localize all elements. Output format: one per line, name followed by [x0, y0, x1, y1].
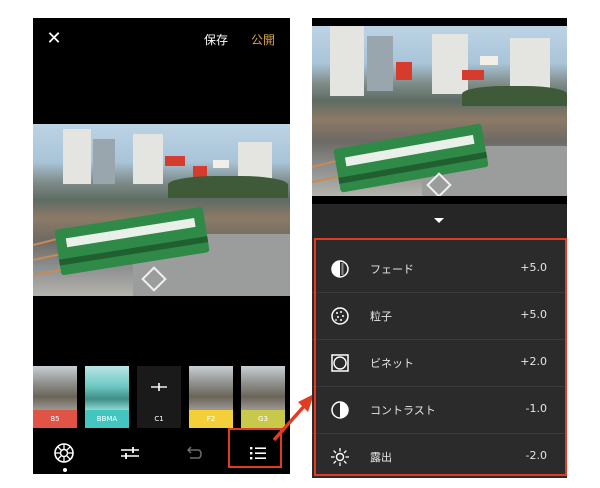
- filter-c1[interactable]: C1: [137, 366, 181, 428]
- undo-icon: [186, 446, 202, 459]
- publish-button[interactable]: 公開: [251, 31, 275, 48]
- building: [93, 139, 115, 184]
- adjust-sliders-icon: [121, 447, 139, 459]
- adjust-icon: [151, 383, 167, 391]
- red-sign: [396, 62, 412, 80]
- building: [330, 26, 364, 96]
- left-phone-screen: ✕ 保存 公開 B5 BBMA C1 F2 G3: [33, 18, 290, 474]
- photo-preview: [312, 26, 567, 196]
- red-sign: [165, 156, 185, 166]
- collapse-bar[interactable]: [312, 204, 567, 238]
- filter-bbma[interactable]: BBMA: [85, 366, 129, 428]
- save-button[interactable]: 保存: [204, 31, 228, 48]
- undo-button[interactable]: [176, 436, 210, 470]
- building: [367, 36, 393, 91]
- photo-preview: [33, 124, 290, 296]
- sign: [480, 56, 498, 65]
- filter-b5[interactable]: B5: [33, 366, 77, 428]
- filter-thumbnail: [33, 366, 77, 410]
- building: [63, 129, 91, 184]
- trees: [168, 176, 288, 198]
- building: [432, 34, 468, 94]
- building: [133, 134, 163, 184]
- presets-icon: [54, 443, 74, 463]
- filter-f2[interactable]: F2: [189, 366, 233, 428]
- filter-strip[interactable]: B5 BBMA C1 F2 G3: [33, 366, 290, 428]
- filter-label: BBMA: [85, 410, 129, 428]
- trees: [462, 86, 567, 106]
- filter-label: F2: [189, 410, 233, 428]
- presets-button[interactable]: [47, 436, 81, 470]
- filter-label: B5: [33, 410, 77, 428]
- active-indicator: [63, 468, 67, 472]
- highlight-box: [314, 238, 567, 476]
- chevron-down-icon[interactable]: [434, 218, 444, 223]
- adjust-sliders-button[interactable]: [113, 436, 147, 470]
- filter-label: C1: [137, 410, 181, 428]
- filter-thumbnail: [85, 366, 129, 410]
- close-icon[interactable]: ✕: [43, 28, 65, 50]
- red-sign: [462, 70, 484, 80]
- filter-thumbnail: [189, 366, 233, 410]
- sign: [213, 160, 229, 168]
